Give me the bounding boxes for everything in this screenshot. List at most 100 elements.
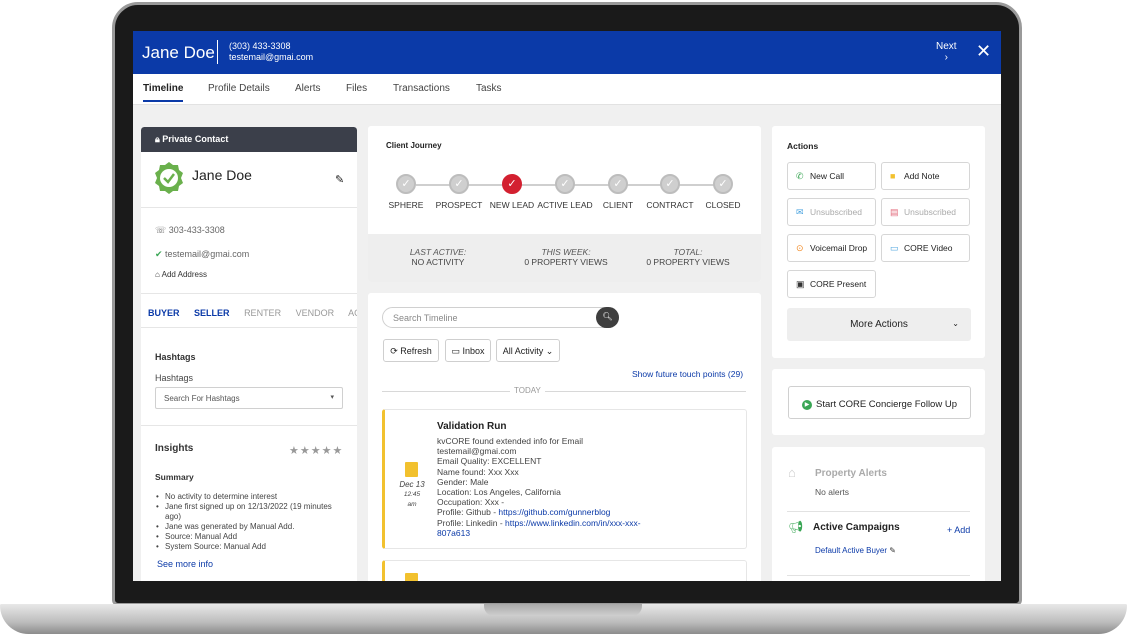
email-unsubscribed-button[interactable]: ✉ Unsubscribed [787,198,876,226]
tab-files[interactable]: Files [346,83,367,94]
role-vendor[interactable]: VENDOR [296,308,335,318]
laptop-frame: Jane Doe (303) 433-3308 testemail@gmai.c… [0,0,1127,642]
chevron-down-icon: ⌄ [543,346,554,356]
hashtags-placeholder: Search For Hashtags [164,394,240,403]
stage-sphere[interactable]: ✓ SPHERE [376,174,436,210]
contact-phone[interactable]: ☏ 303-433-3308 [155,225,225,236]
hashtags-heading: Hashtags [155,352,196,362]
tab-tasks[interactable]: Tasks [476,83,502,94]
note-icon: ■ [890,171,896,181]
stat-total: TOTAL: 0 PROPERTY VIEWS [638,247,738,267]
divider [141,327,357,328]
start-concierge-button[interactable]: ▶ Start CORE Concierge Follow Up [788,386,971,419]
stage-client[interactable]: ✓ CLIENT [588,174,648,210]
check-icon: ✓ [713,174,733,194]
start-concierge-label: Start CORE Concierge Follow Up [816,399,957,410]
header-separator [217,40,218,64]
add-address-link[interactable]: ⌂ Add Address [155,270,207,279]
divider [141,293,357,294]
stage-contract[interactable]: ✓ CONTRACT [640,174,700,210]
client-journey-card: Client Journey ✓ SPHERE ✓ PROSPECT ✓ NEW LE… [368,126,761,282]
search-icon[interactable]: 🔍︎ [596,307,619,328]
refresh-icon: ⟳ [390,346,401,356]
stage-prospect[interactable]: ✓ PROSPECT [429,174,489,210]
linkedin-link[interactable]: 807a613 [437,528,470,538]
entry-line: Profile: Linkedin - https://www.linkedin… [437,518,737,528]
tab-profile-details[interactable]: Profile Details [208,83,270,94]
edit-pencil-icon[interactable]: ✎ [887,546,896,555]
add-campaign-button[interactable]: + Add [947,525,970,535]
header-phone[interactable]: (303) 433-3308 [229,41,291,51]
role-renter[interactable]: RENTER [244,308,281,318]
github-link[interactable]: https://github.com/gunnerblog [498,507,610,517]
list-item: No activity to determine interest [155,492,345,502]
stage-new-lead[interactable]: ✓ NEW LEAD [482,174,542,210]
inbox-button[interactable]: ▭ Inbox [445,339,491,362]
entry-time: 12:45 am [403,491,421,508]
document-icon [405,462,418,477]
add-note-button[interactable]: ■ Add Note [881,162,970,190]
inbox-label: Inbox [462,346,485,356]
stat-label: TOTAL: [673,247,703,257]
more-actions-dropdown[interactable]: More Actions ⌄ [787,308,971,341]
check-icon: ✓ [660,174,680,194]
divider [787,511,970,512]
stage-closed[interactable]: ✓ CLOSED [693,174,753,210]
tab-timeline[interactable]: Timeline [143,83,184,102]
entry-line: Name found: Xxx Xxx [437,466,519,477]
timeline-entry[interactable] [382,560,747,581]
contact-email[interactable]: ✔ testemail@gmai.com [155,249,249,260]
more-actions-label: More Actions [850,319,908,330]
close-icon[interactable]: ✕ [976,42,991,60]
check-icon: ✓ [555,174,575,194]
core-video-button[interactable]: ▭ CORE Video [881,234,970,262]
today-label: TODAY [510,386,545,395]
check-icon: ✓ [502,174,522,194]
tab-alerts[interactable]: Alerts [295,83,321,94]
stat-value: NO ACTIVITY [411,257,465,267]
list-item: Jane was generated by Manual Add. [155,522,345,532]
caret-down-icon: ▾ [330,394,334,401]
insights-heading: Insights [155,443,194,454]
list-item: Source: Manual Add [155,532,345,542]
core-present-button[interactable]: ▣ CORE Present [787,270,876,298]
stage-active-lead[interactable]: ✓ ACTIVE LEAD [535,174,595,210]
contact-name: Jane Doe [192,167,252,183]
new-call-button[interactable]: ✆ New Call [787,162,876,190]
activity-filter-select[interactable]: All Activity ⌄ [496,339,560,362]
edit-pencil-icon[interactable]: ✎ [335,173,344,186]
role-seller[interactable]: SELLER [194,308,230,318]
show-future-touch-points-link[interactable]: Show future touch points (29) [632,369,743,379]
search-timeline-input[interactable]: Search Timeline [382,307,619,328]
hashtags-search-select[interactable]: Search For Hashtags ▾ [155,387,343,409]
header-email[interactable]: testemail@gmai.com [229,52,313,62]
private-contact-label: Private Contact [162,134,229,144]
role-buyer[interactable]: BUYER [148,308,180,318]
contact-email-text: testemail@gmai.com [165,249,250,259]
default-campaign-link[interactable]: Default Active Buyer ✎ [815,546,896,555]
activity-filter-value: All Activity [502,346,544,356]
next-contact-button[interactable]: Next › [936,41,957,63]
role-agent[interactable]: AGENT [348,308,357,318]
see-more-info-link[interactable]: See more info [157,559,213,569]
sms-unsubscribed-button[interactable]: ▤ Unsubscribed [881,198,970,226]
linkedin-label: Profile: Linkedin - [437,517,506,528]
hashtags-label: Hashtags [155,373,194,383]
linkedin-link[interactable]: https://www.linkedin.com/in/xxx-xxx- [505,518,641,528]
stage-label: SPHERE [388,200,424,210]
alerts-campaigns-card: ⌂ Property Alerts No alerts 📢︎ Active Ca… [772,447,985,581]
stage-label: NEW LEAD [489,200,535,210]
entry-title: Validation Run [437,421,507,432]
entry-line: Gender: Male [437,476,489,487]
voicemail-icon: ⊙ [796,243,804,253]
entry-line: kvCORE found extended info for Email [437,436,583,446]
entry-line: 807a613 [437,528,737,538]
verified-badge-icon [155,162,183,194]
voicemail-drop-button[interactable]: ⊙ Voicemail Drop [787,234,876,262]
tab-transactions[interactable]: Transactions [393,83,450,94]
email-unsubscribed-label: Unsubscribed [810,207,862,217]
refresh-button[interactable]: ⟳ Refresh [383,339,439,362]
check-icon: ✓ [396,174,416,194]
timeline-entry[interactable]: Dec 13 12:45 am Validation Run kvCORE fou… [382,409,747,549]
actions-title: Actions [787,141,819,151]
